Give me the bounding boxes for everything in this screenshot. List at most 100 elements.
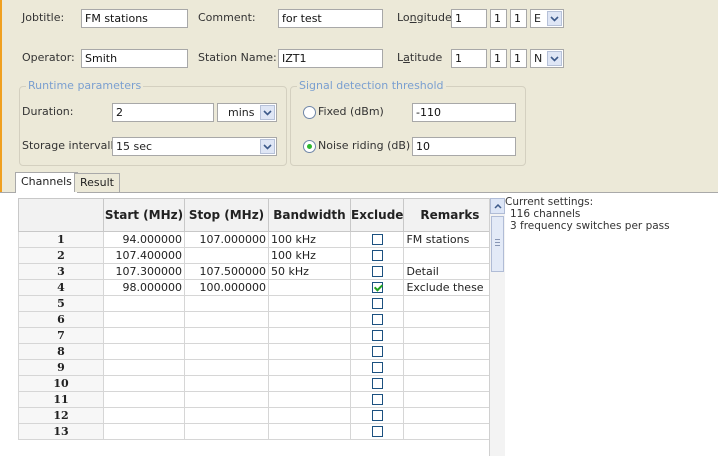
stop-cell[interactable] (184, 359, 269, 376)
exclude-cell[interactable] (349, 407, 405, 424)
stop-cell[interactable] (184, 375, 269, 392)
remarks-cell[interactable] (403, 359, 497, 376)
bandwidth-cell[interactable] (268, 359, 351, 376)
stop-cell[interactable] (184, 247, 269, 264)
stop-cell[interactable]: 107.000000 (184, 231, 269, 248)
table-row[interactable]: 6 (18, 311, 497, 328)
table-row[interactable]: 9 (18, 359, 497, 376)
stop-cell[interactable] (184, 311, 269, 328)
remarks-cell[interactable] (403, 343, 497, 360)
table-row[interactable]: 2 107.400000 100 kHz (18, 247, 497, 264)
column-header-start[interactable]: Start (MHz) (103, 198, 185, 232)
stop-cell[interactable] (184, 295, 269, 312)
table-row[interactable]: 11 (18, 391, 497, 408)
exclude-checkbox[interactable] (371, 266, 383, 277)
exclude-cell[interactable] (349, 263, 405, 280)
start-cell[interactable]: 107.400000 (103, 247, 185, 264)
stop-cell[interactable]: 107.500000 (184, 263, 269, 280)
longitude-minutes-input[interactable] (490, 9, 507, 28)
tab-result[interactable]: Result (74, 173, 120, 192)
table-row[interactable]: 12 (18, 407, 497, 424)
remarks-cell[interactable]: FM stations (403, 231, 497, 248)
start-cell[interactable] (103, 311, 185, 328)
column-header-stop[interactable]: Stop (MHz) (184, 198, 269, 232)
jobtitle-input[interactable] (81, 9, 188, 28)
exclude-cell[interactable] (349, 295, 405, 312)
exclude-cell[interactable] (349, 359, 405, 376)
remarks-cell[interactable] (403, 327, 497, 344)
start-cell[interactable] (103, 343, 185, 360)
operator-input[interactable] (81, 49, 188, 68)
bandwidth-cell[interactable] (268, 311, 351, 328)
table-row[interactable]: 3 107.300000 107.500000 50 kHz Detail (18, 263, 497, 280)
duration-input[interactable] (112, 103, 214, 122)
table-row[interactable]: 4 98.000000 100.000000 Exclude these (18, 279, 497, 296)
bandwidth-cell[interactable] (268, 327, 351, 344)
exclude-checkbox[interactable] (371, 234, 383, 245)
stop-cell[interactable] (184, 423, 269, 440)
longitude-seconds-input[interactable] (510, 9, 527, 28)
column-header-exclude[interactable]: Exclude (349, 198, 405, 232)
exclude-checkbox[interactable] (371, 250, 383, 261)
latitude-direction-select[interactable]: N (530, 49, 564, 68)
remarks-cell[interactable] (403, 423, 497, 440)
noise-riding-input[interactable] (412, 137, 516, 156)
start-cell[interactable]: 98.000000 (103, 279, 185, 296)
start-cell[interactable]: 107.300000 (103, 263, 185, 280)
remarks-cell[interactable] (403, 375, 497, 392)
bandwidth-cell[interactable] (268, 423, 351, 440)
exclude-checkbox[interactable] (371, 314, 383, 325)
noise-riding-radio[interactable] (303, 140, 316, 153)
latitude-minutes-input[interactable] (490, 49, 507, 68)
exclude-checkbox[interactable] (371, 346, 383, 357)
bandwidth-cell[interactable] (268, 407, 351, 424)
storage-interval-select[interactable]: 15 sec (112, 137, 277, 156)
remarks-cell[interactable]: Detail (403, 263, 497, 280)
bandwidth-cell[interactable] (268, 343, 351, 360)
exclude-cell[interactable] (349, 327, 405, 344)
table-row[interactable]: 8 (18, 343, 497, 360)
comment-input[interactable] (278, 9, 383, 28)
exclude-checkbox[interactable] (371, 394, 383, 405)
latitude-seconds-input[interactable] (510, 49, 527, 68)
table-vertical-scrollbar[interactable] (489, 198, 505, 456)
remarks-cell[interactable] (403, 311, 497, 328)
stop-cell[interactable] (184, 327, 269, 344)
longitude-direction-select[interactable]: E (530, 9, 564, 28)
bandwidth-cell[interactable] (268, 295, 351, 312)
stop-cell[interactable] (184, 343, 269, 360)
table-row[interactable]: 7 (18, 327, 497, 344)
start-cell[interactable]: 94.000000 (103, 231, 185, 248)
start-cell[interactable] (103, 295, 185, 312)
start-cell[interactable] (103, 375, 185, 392)
exclude-checkbox[interactable] (371, 298, 383, 309)
table-row[interactable]: 13 (18, 423, 497, 440)
exclude-cell[interactable] (349, 231, 405, 248)
exclude-cell[interactable] (349, 311, 405, 328)
start-cell[interactable] (103, 423, 185, 440)
start-cell[interactable] (103, 359, 185, 376)
bandwidth-cell[interactable] (268, 375, 351, 392)
station-name-input[interactable] (278, 49, 383, 68)
stop-cell[interactable] (184, 391, 269, 408)
bandwidth-cell[interactable] (268, 391, 351, 408)
exclude-checkbox[interactable] (371, 330, 383, 341)
exclude-cell[interactable] (349, 247, 405, 264)
stop-cell[interactable] (184, 407, 269, 424)
exclude-checkbox[interactable] (371, 378, 383, 389)
exclude-checkbox[interactable] (371, 426, 383, 437)
bandwidth-cell[interactable] (268, 279, 351, 296)
tab-channels[interactable]: Channels (15, 172, 78, 193)
column-header-remarks[interactable]: Remarks (403, 198, 497, 232)
column-header-bandwidth[interactable]: Bandwidth (268, 198, 351, 232)
remarks-cell[interactable]: Exclude these (403, 279, 497, 296)
exclude-cell[interactable] (349, 343, 405, 360)
remarks-cell[interactable] (403, 295, 497, 312)
fixed-threshold-input[interactable] (412, 103, 516, 122)
exclude-checkbox[interactable] (371, 282, 383, 293)
scrollbar-thumb[interactable] (491, 216, 504, 272)
exclude-checkbox[interactable] (371, 362, 383, 373)
fixed-radio[interactable] (303, 106, 316, 119)
exclude-cell[interactable] (349, 375, 405, 392)
duration-unit-select[interactable]: mins (217, 103, 277, 122)
